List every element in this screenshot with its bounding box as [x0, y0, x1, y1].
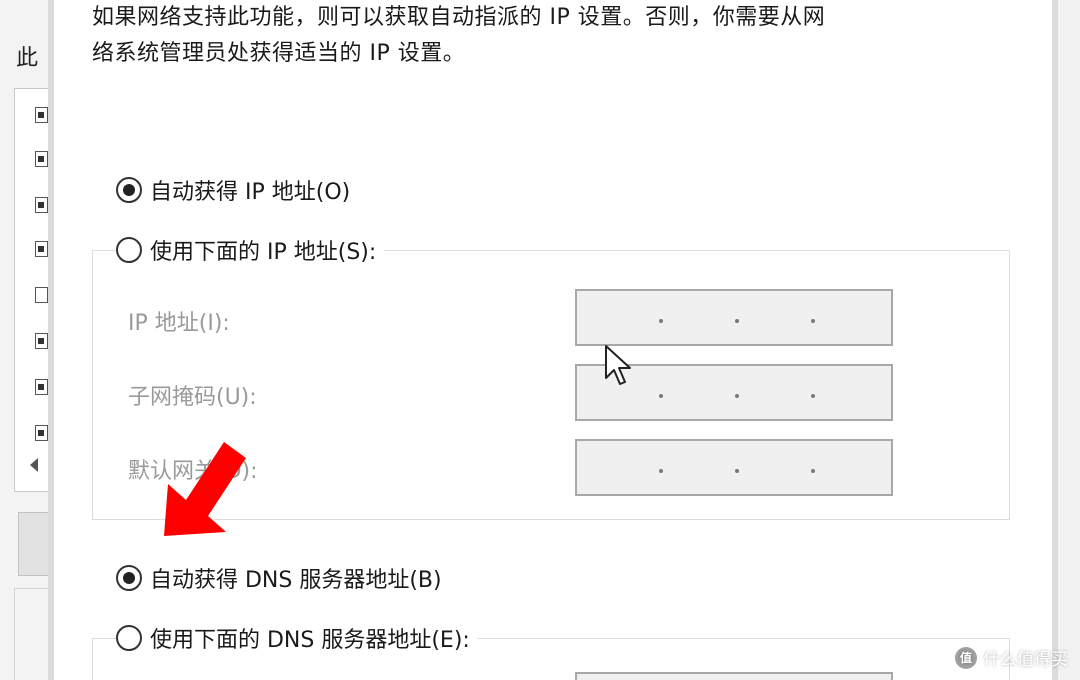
radio-button-icon[interactable] — [116, 237, 142, 263]
component-checkbox[interactable] — [35, 425, 48, 441]
radio-auto-ip[interactable]: 自动获得 IP 地址(O) — [116, 174, 359, 206]
scroll-left-icon[interactable] — [30, 458, 38, 472]
ip-separator-dot — [659, 469, 663, 473]
ip-address-label: IP 地址(I): — [128, 311, 230, 336]
ip-separator-dot — [659, 394, 663, 398]
ip-separator-dot — [659, 319, 663, 323]
ip-separator-dot — [735, 469, 739, 473]
ip-separator-dot — [735, 394, 739, 398]
red-annotation-arrow-icon — [164, 442, 246, 536]
preferred-dns-input[interactable] — [575, 672, 893, 680]
radio-manual-dns[interactable]: 使用下面的 DNS 服务器地址(E): — [116, 622, 478, 654]
radio-manual-dns-label: 使用下面的 DNS 服务器地址(E): — [150, 628, 470, 653]
mouse-pointer-icon — [605, 345, 631, 385]
component-checkbox[interactable] — [35, 287, 48, 303]
background-button[interactable] — [18, 512, 50, 576]
component-checkbox[interactable] — [35, 151, 48, 167]
radio-button-icon[interactable] — [116, 625, 142, 651]
watermark-text: 什么值得买 — [983, 650, 1068, 670]
radio-auto-dns[interactable]: 自动获得 DNS 服务器地址(B) — [116, 562, 450, 594]
radio-auto-ip-label: 自动获得 IP 地址(O) — [150, 180, 351, 205]
radio-button-icon[interactable] — [116, 565, 142, 591]
screenshot-stage: 此 如果网络支持此功能，则可以获取自动指派的 IP 设置。否则，你需要从网 络系… — [0, 0, 1080, 680]
subnet-mask-label: 子网掩码(U): — [128, 385, 257, 410]
component-checkbox[interactable] — [35, 241, 48, 257]
radio-button-icon[interactable] — [116, 177, 142, 203]
description-line-2: 络系统管理员处获得适当的 IP 设置。 — [92, 41, 466, 66]
screen-right-edge — [1058, 0, 1080, 680]
ip-address-input[interactable] — [575, 289, 893, 346]
background-window: 此 — [0, 0, 56, 680]
default-gateway-input[interactable] — [575, 439, 893, 496]
description-line-1: 如果网络支持此功能，则可以获取自动指派的 IP 设置。否则，你需要从网 — [92, 5, 826, 30]
background-window-label: 此 — [16, 46, 39, 71]
ip-separator-dot — [735, 319, 739, 323]
component-checkbox[interactable] — [35, 379, 48, 395]
watermark: 值 什么值得买 — [955, 645, 1068, 670]
ip-separator-dot — [811, 319, 815, 323]
radio-auto-dns-label: 自动获得 DNS 服务器地址(B) — [150, 568, 442, 593]
ip-separator-dot — [811, 394, 815, 398]
component-checkbox[interactable] — [35, 333, 48, 349]
component-checkbox[interactable] — [35, 107, 48, 123]
watermark-logo-icon: 值 — [955, 646, 977, 669]
dialog-description: 如果网络支持此功能，则可以获取自动指派的 IP 设置。否则，你需要从网 络系统管… — [92, 0, 992, 72]
radio-manual-ip[interactable]: 使用下面的 IP 地址(S): — [116, 234, 385, 266]
ip-separator-dot — [811, 469, 815, 473]
radio-manual-ip-label: 使用下面的 IP 地址(S): — [150, 240, 377, 265]
component-checkbox[interactable] — [35, 197, 48, 213]
